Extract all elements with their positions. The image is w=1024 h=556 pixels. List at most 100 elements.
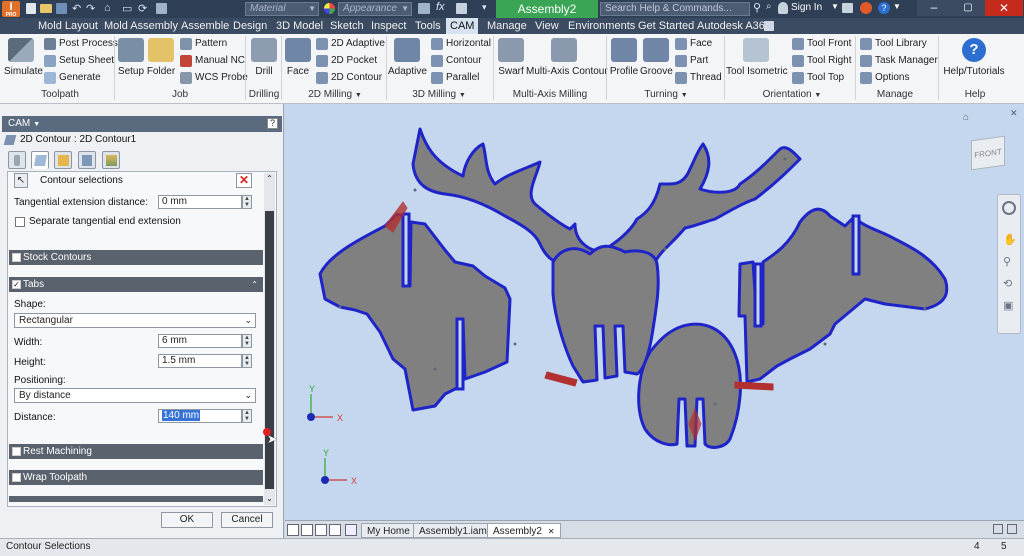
- binoculars-icon[interactable]: ⌕: [766, 1, 772, 12]
- collapse-icon[interactable]: ⌃: [251, 277, 258, 292]
- close-icon[interactable]: ✕: [548, 527, 555, 536]
- scroll-up-icon[interactable]: ⌃: [264, 173, 275, 185]
- menu-manage[interactable]: Manage: [487, 18, 527, 34]
- stock-contours-checkbox[interactable]: [12, 253, 21, 262]
- group-drilling[interactable]: Drilling: [245, 89, 283, 100]
- new-icon[interactable]: [26, 3, 36, 14]
- turning-thread-button[interactable]: Thread: [675, 70, 722, 86]
- close-button[interactable]: ✕: [985, 0, 1023, 16]
- positioning-select[interactable]: By distance ⌄: [14, 388, 256, 403]
- ribbon-toggle-icon[interactable]: [764, 21, 774, 31]
- tabs-checkbox[interactable]: ✓: [12, 280, 21, 289]
- pan-icon[interactable]: ✋: [1003, 233, 1017, 246]
- viewcube[interactable]: ⌂ FRONT: [963, 112, 1009, 174]
- adaptive-2d-button[interactable]: 2D Adaptive: [316, 36, 385, 52]
- tab-layout-icon-3[interactable]: [315, 524, 327, 536]
- group-manage[interactable]: Manage: [870, 89, 920, 100]
- appearance-dropdown[interactable]: Appearance ▼: [338, 2, 412, 16]
- height-spinner[interactable]: ▲ ▼: [242, 354, 252, 368]
- steering-wheel-icon[interactable]: [1002, 201, 1016, 215]
- swarf-button[interactable]: Swarf: [496, 38, 526, 77]
- minimize-button[interactable]: –: [917, 0, 951, 16]
- menu-get-started[interactable]: Get Started: [638, 18, 694, 34]
- setup-button[interactable]: Setup: [117, 38, 145, 77]
- simulate-button[interactable]: Simulate: [4, 38, 43, 77]
- group-2d-milling[interactable]: 2D Milling ▼: [300, 89, 370, 100]
- group-3d-milling[interactable]: 3D Milling ▼: [404, 89, 474, 100]
- restore-button[interactable]: ▢: [951, 0, 985, 16]
- multi-axis-contour-button[interactable]: Multi-Axis Contour: [526, 38, 608, 77]
- group-help[interactable]: Help: [955, 89, 995, 100]
- cart-icon[interactable]: [842, 3, 853, 13]
- linking-tab[interactable]: [102, 151, 120, 169]
- turning-part-button[interactable]: Part: [675, 53, 708, 69]
- menu-autodesk-a360[interactable]: Autodesk A360: [697, 18, 771, 34]
- viewport-close-icon[interactable]: ✕: [1010, 108, 1018, 119]
- task-manager-button[interactable]: Task Manager: [860, 53, 938, 69]
- menu-3d-model[interactable]: 3D Model: [276, 18, 323, 34]
- chevron-down-icon[interactable]: ▼: [33, 121, 40, 128]
- tangential-extension-input[interactable]: 0 mm: [158, 195, 242, 209]
- turning-face-button[interactable]: Face: [675, 36, 712, 52]
- a360-icon[interactable]: [860, 2, 872, 14]
- scroll-down-icon[interactable]: ⌄: [264, 493, 275, 505]
- distance-spinner[interactable]: ▲ ▼: [242, 409, 252, 423]
- clear-selection-icon[interactable]: ✕: [236, 173, 252, 188]
- tab-restore-icon[interactable]: [993, 524, 1003, 534]
- tool-library-button[interactable]: Tool Library: [860, 36, 927, 52]
- parallel-button[interactable]: Parallel: [431, 70, 479, 86]
- graphics-viewport[interactable]: Y X Y X ⌂ FRONT ✋ ⚲ ⟲ ▣ ✕: [285, 104, 1024, 520]
- tab-assembly1[interactable]: Assembly1.iam: [413, 523, 493, 538]
- orbit-icon[interactable]: ⟲: [1003, 277, 1012, 290]
- tab-my-home[interactable]: My Home: [361, 523, 416, 538]
- update-icon[interactable]: ⟳: [138, 2, 147, 15]
- ok-button[interactable]: OK: [161, 512, 213, 528]
- passes-tab[interactable]: [78, 151, 96, 169]
- wrap-toolpath-section[interactable]: Wrap Toolpath: [9, 470, 263, 485]
- sign-in-link[interactable]: Sign In: [791, 2, 822, 13]
- signin-chevron-icon[interactable]: ▼: [831, 2, 839, 11]
- home-icon[interactable]: ⌂: [104, 2, 111, 14]
- open-icon[interactable]: [40, 4, 52, 13]
- group-orientation[interactable]: Orientation ▼: [754, 89, 830, 100]
- menu-mold-layout[interactable]: Mold Layout: [38, 18, 98, 34]
- part-drawing[interactable]: Y X Y X: [285, 104, 1024, 520]
- qat-more-icon[interactable]: ▾: [482, 2, 487, 13]
- setup-sheet-button[interactable]: Setup Sheet: [44, 53, 114, 69]
- redo-icon[interactable]: ↷: [86, 2, 95, 15]
- fx-button[interactable]: fx: [436, 1, 445, 13]
- search-input[interactable]: Search Help & Commands...: [600, 2, 750, 16]
- tab-layout-icon-1[interactable]: [287, 524, 299, 536]
- tab-maximize-icon[interactable]: [1007, 524, 1017, 534]
- profile-button[interactable]: Profile: [608, 38, 640, 77]
- tool-right-button[interactable]: Tool Right: [792, 53, 851, 69]
- menu-tools[interactable]: Tools: [415, 18, 441, 34]
- next-section-partial[interactable]: [9, 496, 263, 502]
- contour-button[interactable]: Contour: [431, 53, 482, 69]
- save-icon[interactable]: [56, 3, 67, 14]
- measure-icon[interactable]: [156, 3, 167, 14]
- post-process-button[interactable]: Post Process: [44, 36, 118, 52]
- options-button[interactable]: Options: [860, 70, 909, 86]
- tool-tab[interactable]: [8, 151, 26, 169]
- material-dropdown[interactable]: Material ▼: [245, 2, 319, 16]
- menu-cam[interactable]: CAM: [446, 18, 479, 34]
- tab-assembly2[interactable]: Assembly2 ✕: [487, 523, 561, 538]
- geometry-tab[interactable]: [31, 151, 49, 169]
- params-icon[interactable]: [418, 3, 430, 14]
- tool-isometric-button[interactable]: Tool Isometric: [726, 38, 788, 77]
- folder-button[interactable]: Folder: [146, 38, 176, 77]
- face-button[interactable]: Face: [284, 38, 312, 77]
- panel-help-button[interactable]: ?: [267, 118, 278, 129]
- help-tutorials-button[interactable]: ? Help/Tutorials: [942, 38, 1006, 77]
- group-toolpath[interactable]: Toolpath: [30, 89, 90, 100]
- tool-front-button[interactable]: Tool Front: [792, 36, 851, 52]
- wrap-toolpath-checkbox[interactable]: [12, 473, 21, 482]
- scrollbar[interactable]: ⌃ ⌄: [264, 173, 275, 505]
- width-spinner[interactable]: ▲ ▼: [242, 334, 252, 348]
- rest-machining-checkbox[interactable]: [12, 447, 21, 456]
- zoom-icon[interactable]: ⚲: [1003, 255, 1011, 268]
- distance-input[interactable]: 140 mm: [158, 409, 242, 423]
- pocket-2d-button[interactable]: 2D Pocket: [316, 53, 377, 69]
- tool-top-button[interactable]: Tool Top: [792, 70, 844, 86]
